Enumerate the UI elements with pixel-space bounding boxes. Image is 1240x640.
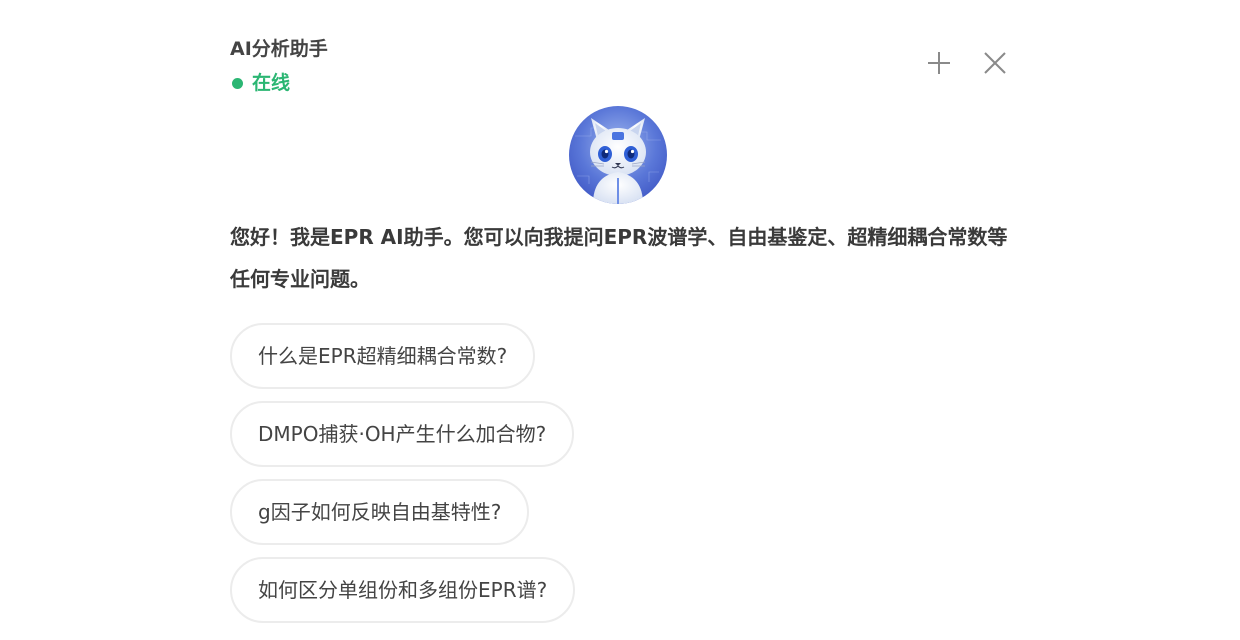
assistant-title: AI分析助手 [230,38,328,60]
robot-cat-avatar-icon [569,106,667,204]
suggestion-chip[interactable]: DMPO捕获·OH产生什么加合物? [230,401,575,467]
online-status: 在线 [232,70,290,96]
plus-icon [928,52,950,74]
close-icon [984,52,1006,74]
suggestion-chip[interactable]: g因子如何反映自由基特性? [230,479,530,545]
assistant-intro-message: 您好！我是EPR AI助手。您可以向我提问EPR波谱学、自由基鉴定、超精细耦合常… [230,225,1008,291]
status-dot-icon [232,77,243,89]
status-label: 在线 [252,72,291,94]
suggested-questions: 什么是EPR超精细耦合常数? DMPO捕获·OH产生什么加合物? g因子如何反映… [230,323,1010,635]
new-chat-button[interactable] [924,48,954,78]
close-button[interactable] [980,48,1010,78]
assistant-avatar [569,106,667,204]
chat-panel: AI分析助手 在线 您好！我是EPR AI助手。您可以向我提问EPR波谱学、自由… [230,0,1010,640]
suggestion-chip[interactable]: 如何区分单组份和多组份EPR谱? [230,557,576,623]
suggestion-chip[interactable]: 什么是EPR超精细耦合常数? [230,323,536,389]
